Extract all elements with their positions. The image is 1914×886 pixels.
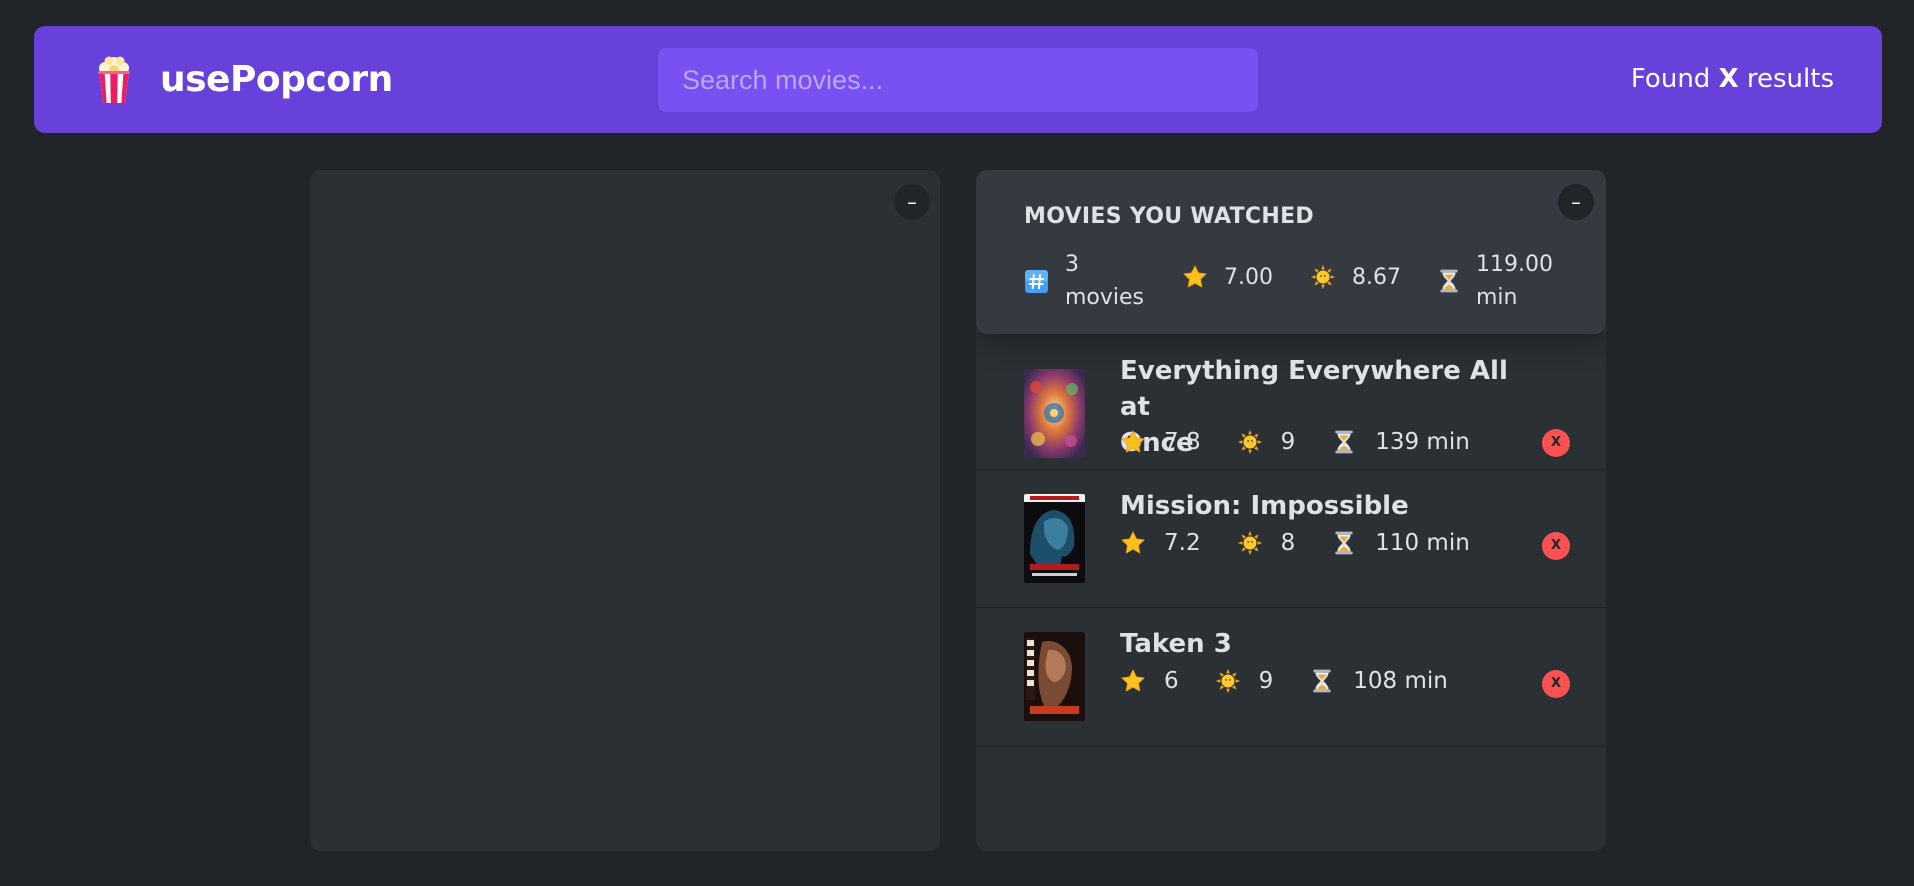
movie-imdb-rating: 7.2 [1120,530,1201,556]
movie-runtime: 108 min [1309,668,1448,694]
movie-poster [1024,632,1085,721]
stat-avg-imdb: 7.00 [1182,264,1273,290]
watched-summary: MOVIES YOU WATCHED 3 movies 7.00 8.67 11… [976,170,1606,334]
watched-movie-item: Everything Everywhere All at Once 7.8 9 … [976,334,1606,470]
hourglass-icon [1309,668,1335,694]
stat-runtime: 119.00 min [1436,248,1553,314]
delete-movie-button[interactable]: X [1542,670,1570,698]
movie-imdb-value: 6 [1164,668,1179,694]
movie-title-line: Everything Everywhere All at [1120,356,1508,422]
star-icon [1120,429,1146,455]
stat-avg-user: 8.67 [1310,264,1401,290]
search-results-box: – [310,170,940,851]
movie-runtime: 139 min [1331,429,1470,455]
watched-box: – MOVIES YOU WATCHED 3 movies 7.00 8.67 … [976,170,1606,851]
movie-stats: 7.2 8 110 min [1120,530,1506,556]
results-prefix: Found [1630,64,1719,94]
movie-user-rating: 8 [1237,530,1296,556]
watched-movie-item: Mission: Impossible 7.2 8 110 min X [976,470,1606,608]
movie-user-rating: 9 [1215,668,1274,694]
stat-avg-imdb-value: 7.00 [1224,264,1273,290]
hourglass-icon [1331,429,1357,455]
app-name: usePopcorn [160,59,393,100]
movie-poster [1024,494,1085,583]
stat-avg-user-value: 8.67 [1352,264,1401,290]
movie-title: Taken 3 [1120,629,1232,659]
star-icon [1120,668,1146,694]
star-icon [1182,264,1208,290]
stat-runtime-text: 119.00 min [1476,248,1553,314]
stat-count-unit: movies [1065,285,1145,310]
summary-title: MOVIES YOU WATCHED [1024,204,1314,229]
sun-icon [1215,668,1241,694]
results-suffix: results [1738,64,1834,94]
movie-runtime-value: 108 min [1353,668,1448,694]
movie-stats: 6 9 108 min [1120,668,1484,694]
movie-user-value: 9 [1280,429,1296,455]
movie-imdb-rating: 6 [1120,668,1179,694]
stat-count-value: 3 [1065,252,1079,277]
watched-movie-item: Taken 3 6 9 108 min X [976,608,1606,747]
movie-title: Mission: Impossible [1120,491,1409,521]
search-input[interactable] [658,48,1258,112]
movie-runtime: 110 min [1331,530,1470,556]
stat-count: 3 movies [1024,248,1144,314]
popcorn-icon [94,55,134,105]
logo: usePopcorn [94,55,393,105]
movie-user-rating: 9 [1237,429,1296,455]
sun-icon [1237,530,1263,556]
navbar: usePopcorn Found X results [34,26,1882,133]
stat-runtime-value: 119.00 [1476,252,1553,277]
movie-runtime-value: 139 min [1375,429,1470,455]
stat-count-text: 3 movies [1065,248,1144,314]
delete-movie-button[interactable]: X [1542,532,1570,560]
movie-user-value: 8 [1280,530,1296,556]
sun-icon [1310,264,1336,290]
movie-imdb-rating: 7.8 [1120,429,1201,455]
sun-icon [1237,429,1263,455]
results-count: Found X results [1631,26,1834,133]
movie-user-value: 9 [1258,668,1274,694]
stat-runtime-unit: min [1476,285,1518,310]
watched-list: Everything Everywhere All at Once 7.8 9 … [976,334,1606,747]
toggle-watched-button[interactable]: – [1558,184,1594,220]
movie-imdb-value: 7.2 [1164,530,1201,556]
movie-runtime-value: 110 min [1375,530,1470,556]
results-number: X [1718,64,1739,94]
movie-poster [1024,369,1085,458]
movie-imdb-value: 7.8 [1164,429,1201,455]
star-icon [1120,530,1146,556]
delete-movie-button[interactable]: X [1542,429,1570,457]
hash-keycap-icon [1024,269,1049,294]
toggle-results-button[interactable]: – [894,184,930,220]
hourglass-icon [1331,530,1357,556]
hourglass-icon [1436,268,1462,294]
movie-stats: 7.8 9 139 min [1120,429,1506,455]
